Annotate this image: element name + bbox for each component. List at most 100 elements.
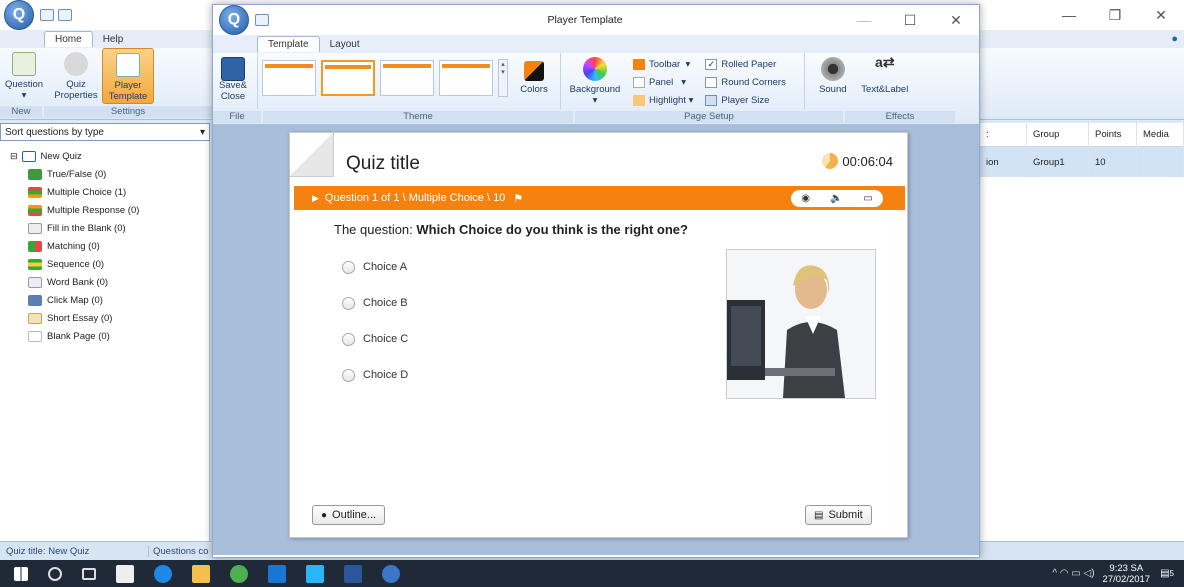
toolbar-option[interactable]: Toolbar ▾ xyxy=(633,55,693,73)
arrow-icon: ▶ xyxy=(312,192,319,203)
maximize-icon[interactable]: ☐ xyxy=(887,5,933,35)
grid-header-media[interactable]: Media xyxy=(1137,122,1184,147)
minimize-icon[interactable]: — xyxy=(1046,0,1092,30)
choice-b[interactable]: Choice B xyxy=(342,285,408,321)
choice-d[interactable]: Choice D xyxy=(342,357,408,393)
volume-icon[interactable]: 🔈 xyxy=(830,193,842,204)
table-row[interactable]: ion Group1 10 xyxy=(980,147,1184,177)
choice-label: Choice D xyxy=(363,369,409,381)
tree-item-fill-in-blank[interactable]: Fill in the Blank (0) xyxy=(28,219,139,237)
question-prefix: The question: xyxy=(334,222,417,237)
restore-icon[interactable]: ❐ xyxy=(1092,0,1138,30)
radio-b[interactable] xyxy=(342,296,355,310)
windows-start-icon[interactable] xyxy=(14,566,28,581)
collapse-icon[interactable]: ⊟ xyxy=(10,151,18,162)
highlight-option[interactable]: Highlight ▾ xyxy=(633,91,693,109)
theme-thumb-1[interactable] xyxy=(262,60,316,96)
grid-header-group[interactable]: Group xyxy=(1027,122,1089,147)
text-label-button[interactable]: a⇄ Text&Label xyxy=(857,53,913,95)
choice-c[interactable]: Choice C xyxy=(342,321,408,357)
app-icon-green[interactable] xyxy=(230,564,248,583)
player-ribbon: Save& Close ▴ ▾ Colors Background ▾ Tool… xyxy=(213,53,979,125)
grid-header-points[interactable]: Points xyxy=(1089,122,1137,147)
folder-icon[interactable] xyxy=(40,9,54,21)
tree-item-word-bank[interactable]: Word Bank (0) xyxy=(28,273,139,291)
clock-time: 9:23 SA xyxy=(1109,562,1144,574)
tree-item-true-false[interactable]: True/False (0) xyxy=(28,165,139,183)
tree-item-short-essay[interactable]: Short Essay (0) xyxy=(28,309,139,327)
task-view-icon[interactable] xyxy=(82,567,96,580)
clock[interactable]: 9:23 SA 27/02/2017 xyxy=(1103,563,1151,585)
background-dropdown-icon: ▾ xyxy=(592,95,598,106)
player-template-label: Player Template xyxy=(108,80,148,102)
media-icon[interactable] xyxy=(268,564,286,583)
quiz-properties-button[interactable]: Quiz Properties xyxy=(50,48,102,101)
player-size-option[interactable]: Player Size xyxy=(705,91,785,109)
word-icon[interactable] xyxy=(344,564,362,583)
question-button[interactable]: Question ▾ xyxy=(2,48,46,101)
sort-select-value: Sort questions by type xyxy=(5,127,104,138)
player-menu-button[interactable]: Q xyxy=(219,5,249,35)
close-icon[interactable]: ✕ xyxy=(933,5,979,35)
background-button[interactable]: Background ▾ xyxy=(565,53,625,106)
tree-item-multiple-choice[interactable]: Multiple Choice (1) xyxy=(28,183,139,201)
tree-root[interactable]: ⊟ New Quiz xyxy=(10,147,139,165)
edge-icon[interactable] xyxy=(154,564,172,583)
timer-value: 00:06:04 xyxy=(842,153,893,169)
print-icon[interactable]: ▭ xyxy=(863,193,872,204)
outline-button[interactable]: ● Outline... xyxy=(312,505,386,525)
tray-icons[interactable]: ^ ◠ ▭ ◁) xyxy=(1052,568,1094,579)
quiz-app-icon[interactable] xyxy=(382,564,400,583)
sound-icon[interactable]: ◉ xyxy=(801,193,810,204)
round-corners-option[interactable]: Round Corners xyxy=(705,73,786,91)
choice-a[interactable]: Choice A xyxy=(342,249,408,285)
choice-label: Choice C xyxy=(363,333,409,345)
theme-thumb-2[interactable] xyxy=(321,60,375,96)
radio-c[interactable] xyxy=(342,332,355,346)
flag-icon[interactable]: ⚑ xyxy=(513,192,523,205)
taskbar: ^ ◠ ▭ ◁) 9:23 SA 27/02/2017 ▤5 xyxy=(0,560,1184,587)
tab-template[interactable]: Template xyxy=(257,36,320,52)
sound-button[interactable]: Sound xyxy=(813,53,853,95)
radio-d[interactable] xyxy=(342,368,355,382)
save-icon[interactable] xyxy=(58,9,72,21)
save-icon[interactable] xyxy=(255,14,269,26)
panel-option[interactable]: Panel ▾ xyxy=(633,73,693,91)
sort-select[interactable]: Sort questions by type ▾ xyxy=(0,123,210,141)
tree-children: True/False (0) Multiple Choice (1) Multi… xyxy=(10,165,139,345)
theme-thumb-3[interactable] xyxy=(380,60,434,96)
explorer-icon[interactable] xyxy=(192,564,210,583)
rolled-paper-checkbox[interactable]: ✓ xyxy=(705,58,718,70)
tree-item-blank-page[interactable]: Blank Page (0) xyxy=(28,327,139,345)
highlight-swatch-icon xyxy=(633,94,645,106)
sequence-icon xyxy=(28,258,42,270)
submit-button[interactable]: ▤ Submit xyxy=(805,505,872,525)
page-setup-checks: ✓ Rolled Paper Round Corners Player Size xyxy=(705,53,786,109)
gallery-scroll[interactable]: ▴ ▾ xyxy=(498,59,508,97)
player-template-button[interactable]: Player Template xyxy=(102,48,154,104)
tree-item-sequence[interactable]: Sequence (0) xyxy=(28,255,139,273)
close-icon[interactable]: ✕ xyxy=(1138,0,1184,30)
help-icon[interactable]: ● xyxy=(1171,33,1178,45)
tree-item-click-map[interactable]: Click Map (0) xyxy=(28,291,139,309)
submit-icon: ▤ xyxy=(814,509,824,521)
tree-item-multiple-response[interactable]: Multiple Response (0) xyxy=(28,201,139,219)
app-menu-button[interactable]: Q xyxy=(4,0,34,30)
theme-thumb-4[interactable] xyxy=(439,60,493,96)
save-close-button[interactable]: Save& Close xyxy=(213,53,253,102)
tab-layout[interactable]: Layout xyxy=(320,37,370,52)
tab-home[interactable]: Home xyxy=(44,31,93,47)
rolled-paper-option[interactable]: ✓ Rolled Paper xyxy=(705,55,785,73)
zalo-icon[interactable] xyxy=(306,564,324,583)
notifications-icon[interactable]: ▤5 xyxy=(1160,568,1174,579)
store-icon[interactable] xyxy=(116,564,134,583)
round-corners-checkbox[interactable] xyxy=(705,76,718,88)
radio-a[interactable] xyxy=(342,260,355,274)
tree-item-label: Short Essay (0) xyxy=(47,312,113,324)
rolled-paper-label: Rolled Paper xyxy=(721,58,777,70)
tab-help[interactable]: Help xyxy=(93,32,134,47)
colors-button[interactable]: Colors xyxy=(512,53,556,95)
tree-item-matching[interactable]: Matching (0) xyxy=(28,237,139,255)
minimize-icon[interactable]: — xyxy=(841,5,887,35)
search-icon[interactable] xyxy=(48,566,62,581)
